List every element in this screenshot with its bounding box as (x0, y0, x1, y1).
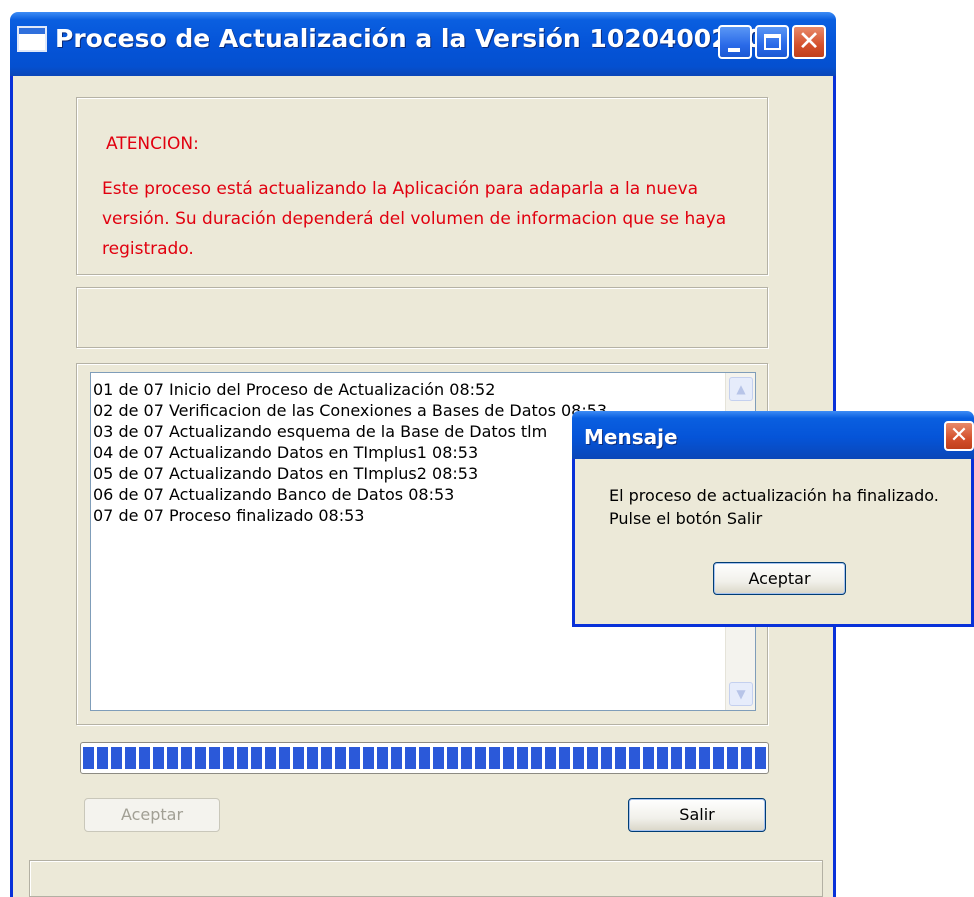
title-bar[interactable]: Proceso de Actualización a la Versión 10… (10, 12, 836, 76)
close-icon: ✕ (949, 423, 969, 448)
log-line: 04 de 07 Actualizando Datos en TImplus1 … (93, 443, 479, 462)
status-panel (76, 287, 768, 348)
message-dialog: Mensaje ✕ El proceso de actualización ha… (572, 411, 974, 627)
close-button[interactable]: ✕ (792, 25, 826, 59)
status-bar (29, 860, 823, 897)
notice-heading: ATENCION: (106, 134, 199, 154)
log-line: 02 de 07 Verificacion de las Conexiones … (93, 401, 608, 420)
notice-text: Este proceso está actualizando la Aplica… (102, 179, 727, 259)
close-icon: ✕ (797, 26, 821, 57)
dialog-title-bar[interactable]: Mensaje ✕ (572, 411, 974, 459)
minimize-button[interactable] (718, 25, 752, 59)
log-lines: 01 de 07 Inicio del Proceso de Actualiza… (93, 379, 607, 526)
log-line: 05 de 07 Actualizando Datos en TImplus2 … (93, 464, 479, 483)
notice-panel: ATENCION: Este proceso está actualizando… (76, 97, 768, 275)
dialog-accept-button[interactable]: Aceptar (713, 562, 846, 595)
log-line: 07 de 07 Proceso finalizado 08:53 (93, 506, 365, 525)
accept-button[interactable]: Aceptar (84, 798, 220, 832)
dialog-message-line-1: El proceso de actualización ha finalizad… (609, 486, 939, 505)
dialog-title: Mensaje (584, 425, 678, 449)
log-line: 06 de 07 Actualizando Banco de Datos 08:… (93, 485, 455, 504)
chevron-up-icon[interactable]: ▲ (729, 377, 753, 401)
minimize-icon (728, 48, 740, 52)
log-line: 03 de 07 Actualizando esquema de la Base… (93, 422, 548, 441)
progress-bar (80, 742, 769, 774)
dialog-body: El proceso de actualización ha finalizad… (572, 459, 974, 627)
window-title: Proceso de Actualización a la Versión 10… (55, 24, 781, 53)
log-line: 01 de 07 Inicio del Proceso de Actualiza… (93, 380, 496, 399)
app-icon (17, 26, 47, 52)
dialog-close-button[interactable]: ✕ (944, 421, 974, 451)
dialog-message-line-2: Pulse el botón Salir (609, 509, 763, 528)
exit-button[interactable]: Salir (628, 798, 766, 832)
dialog-message: El proceso de actualización ha finalizad… (609, 484, 939, 530)
maximize-button[interactable] (755, 25, 789, 59)
chevron-down-icon[interactable]: ▼ (729, 682, 753, 706)
maximize-icon (764, 34, 781, 50)
progress-fill (83, 747, 766, 769)
